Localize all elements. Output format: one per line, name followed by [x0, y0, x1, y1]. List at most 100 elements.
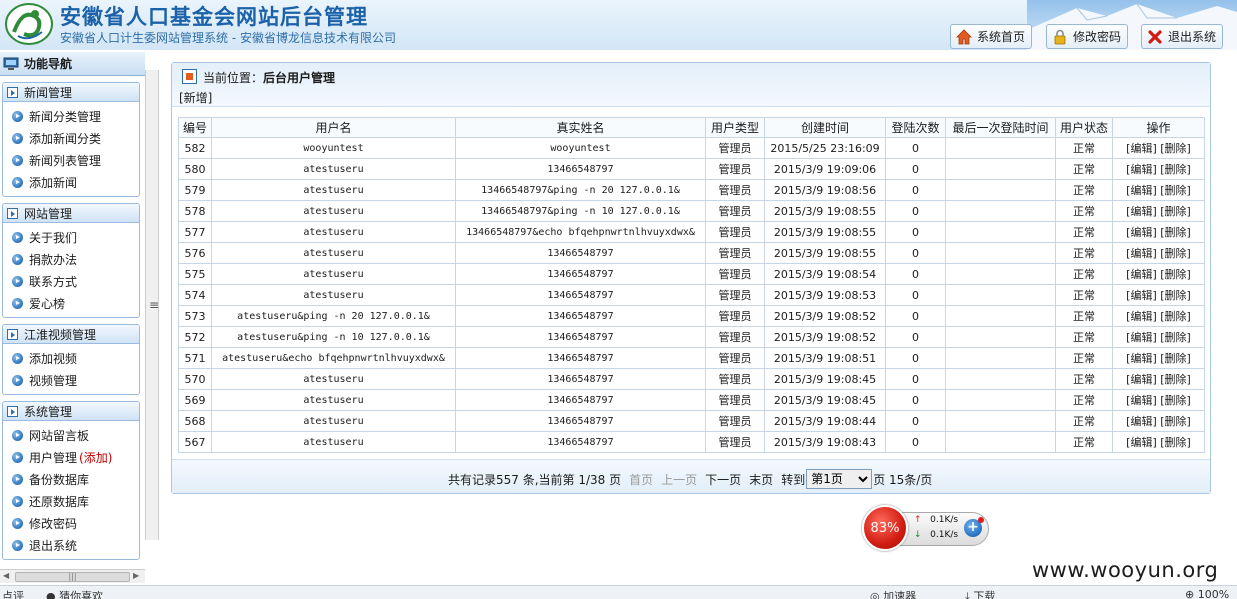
expand-arrow-icon — [7, 207, 18, 219]
sidebar-item-add-news-category[interactable]: 添加新闻分类 — [3, 127, 139, 149]
sidebar-item-exit-system[interactable]: 退出系统 — [3, 534, 139, 556]
table-row: 577 atestuseru 13466548797&echo bfqehpnwrt… — [178, 221, 1205, 243]
delete-link[interactable]: [删除] — [1160, 331, 1191, 344]
sidebar-item-contact[interactable]: 联系方式 — [3, 270, 139, 292]
scroll-left-arrow-icon[interactable]: ◀ — [3, 571, 9, 580]
cell-login-count: 0 — [885, 221, 946, 243]
edit-link[interactable]: [编辑] — [1126, 268, 1157, 281]
pager-next-link[interactable]: 下一页 — [705, 471, 741, 488]
status-recommend-label[interactable]: ● 猜你喜欢 — [46, 588, 103, 599]
nav-group-system-header[interactable]: 系统管理 — [3, 402, 139, 421]
sidebar-item-add-news[interactable]: 添加新闻 — [3, 171, 139, 193]
cell-realname: 13466548797 — [455, 389, 706, 411]
bullet-arrow-icon — [12, 473, 23, 485]
cell-actions: [编辑] [删除] — [1112, 326, 1205, 348]
delete-link[interactable]: [删除] — [1160, 205, 1191, 218]
nav-group-news-header[interactable]: 新闻管理 — [3, 83, 139, 102]
status-download[interactable]: ⤓ 下载 — [965, 588, 995, 599]
sidebar-item-about-us[interactable]: 关于我们 — [3, 226, 139, 248]
cell-realname: 13466548797 — [455, 263, 706, 285]
page-select[interactable]: 第1页 — [806, 469, 873, 489]
status-accelerator[interactable]: ◎ 加速器 — [870, 588, 916, 599]
plus-icon[interactable]: + — [964, 517, 984, 537]
bullet-arrow-icon — [12, 352, 23, 364]
delete-link[interactable]: [删除] — [1160, 289, 1191, 302]
status-review-label[interactable]: 点评 — [2, 588, 24, 599]
edit-link[interactable]: [编辑] — [1126, 352, 1157, 365]
pager-last-link[interactable]: 末页 — [749, 471, 773, 488]
frame-splitter[interactable]: ≡ — [145, 70, 159, 540]
sidebar-item-restore-db[interactable]: 还原数据库 — [3, 490, 139, 512]
edit-link[interactable]: [编辑] — [1126, 289, 1157, 302]
delete-link[interactable]: [删除] — [1160, 352, 1191, 365]
edit-link[interactable]: [编辑] — [1126, 184, 1157, 197]
sidebar-item-user-manage[interactable]: 用户管理 (添加) — [3, 446, 139, 468]
cell-user-type: 管理员 — [705, 347, 765, 369]
delete-link[interactable]: [删除] — [1160, 373, 1191, 386]
delete-link[interactable]: [删除] — [1160, 436, 1191, 449]
sidebar-horizontal-scrollbar[interactable]: ◀ ||| ▶ — [0, 569, 145, 583]
cell-user-type: 管理员 — [705, 221, 765, 243]
sidebar-item-label: 爱心榜 — [29, 296, 66, 311]
add-user-link[interactable]: (添加) — [79, 449, 112, 466]
nav-group-video-header[interactable]: 江淮视频管理 — [3, 325, 139, 344]
nav-group-video: 江淮视频管理 添加视频 视频管理 — [2, 324, 140, 395]
upload-arrow-icon: ↑ — [914, 515, 922, 525]
sidebar-item-label: 联系方式 — [29, 274, 78, 289]
sidebar-item-add-video[interactable]: 添加视频 — [3, 347, 139, 369]
edit-link[interactable]: [编辑] — [1126, 394, 1157, 407]
scrollbar-thumb[interactable]: ||| — [15, 572, 130, 582]
sidebar-item-news-category-manage[interactable]: 新闻分类管理 — [3, 105, 139, 127]
splitter-grip-icon[interactable]: ≡ — [149, 298, 159, 312]
sidebar-item-message-board[interactable]: 网站留言板 — [3, 424, 139, 446]
cell-last-login — [945, 305, 1056, 327]
sidebar-item-donation-method[interactable]: 捐款办法 — [3, 248, 139, 270]
sidebar-item-backup-db[interactable]: 备份数据库 — [3, 468, 139, 490]
cell-user-type: 管理员 — [705, 263, 765, 285]
cell-status: 正常 — [1055, 179, 1113, 201]
sidebar-item-label: 用户管理 — [29, 450, 78, 465]
scroll-right-arrow-icon[interactable]: ▶ — [133, 571, 139, 580]
delete-link[interactable]: [删除] — [1160, 142, 1191, 155]
status-accelerator-label: 加速器 — [883, 590, 917, 599]
sidebar-item-love-board[interactable]: 爱心榜 — [3, 292, 139, 314]
edit-link[interactable]: [编辑] — [1126, 205, 1157, 218]
change-password-label: 修改密码 — [1073, 30, 1122, 44]
add-new-link[interactable]: [新增] — [179, 89, 212, 106]
delete-link[interactable]: [删除] — [1160, 415, 1191, 428]
edit-link[interactable]: [编辑] — [1126, 226, 1157, 239]
sidebar-item-video-manage[interactable]: 视频管理 — [3, 369, 139, 391]
system-home-button[interactable]: 系统首页 — [950, 24, 1033, 49]
edit-link[interactable]: [编辑] — [1126, 373, 1157, 386]
bullet-arrow-icon — [12, 297, 23, 309]
cell-actions: [编辑] [删除] — [1112, 263, 1205, 285]
delete-link[interactable]: [删除] — [1160, 394, 1191, 407]
nav-group-site-header[interactable]: 网站管理 — [3, 204, 139, 223]
network-monitor-widget[interactable]: 83% ↑ 0.1K/s ↓ 0.1K/s + — [862, 505, 990, 551]
delete-link[interactable]: [删除] — [1160, 226, 1191, 239]
edit-link[interactable]: [编辑] — [1126, 436, 1157, 449]
delete-link[interactable]: [删除] — [1160, 310, 1191, 323]
status-zoom[interactable]: ⊕ 100% — [1185, 588, 1229, 599]
cell-username: atestuseru&echo bfqehpnwrtnlhvuyxdwx& — [211, 347, 456, 369]
network-usage-ball[interactable]: 83% — [862, 505, 908, 551]
change-password-button[interactable]: 修改密码 — [1046, 24, 1129, 49]
delete-link[interactable]: [删除] — [1160, 163, 1191, 176]
delete-link[interactable]: [删除] — [1160, 184, 1191, 197]
edit-link[interactable]: [编辑] — [1126, 415, 1157, 428]
delete-link[interactable]: [删除] — [1160, 268, 1191, 281]
edit-link[interactable]: [编辑] — [1126, 247, 1157, 260]
sidebar-item-news-list-manage[interactable]: 新闻列表管理 — [3, 149, 139, 171]
sidebar-item-change-password[interactable]: 修改密码 — [3, 512, 139, 534]
edit-link[interactable]: [编辑] — [1126, 163, 1157, 176]
edit-link[interactable]: [编辑] — [1126, 310, 1157, 323]
bullet-arrow-icon — [12, 253, 23, 265]
edit-link[interactable]: [编辑] — [1126, 142, 1157, 155]
delete-link[interactable]: [删除] — [1160, 247, 1191, 260]
table-row: 567 atestuseru 13466548797 管理员 2015/3/9 19:0… — [178, 431, 1205, 453]
column-header-actions: 操作 — [1112, 117, 1205, 138]
table-header-row: 编号 用户名 真实姓名 用户类型 创建时间 登陆次数 最后一次登陆时间 用户状态… — [178, 117, 1205, 138]
bullet-arrow-icon — [12, 110, 23, 122]
exit-system-button[interactable]: 退出系统 — [1141, 24, 1224, 49]
edit-link[interactable]: [编辑] — [1126, 331, 1157, 344]
